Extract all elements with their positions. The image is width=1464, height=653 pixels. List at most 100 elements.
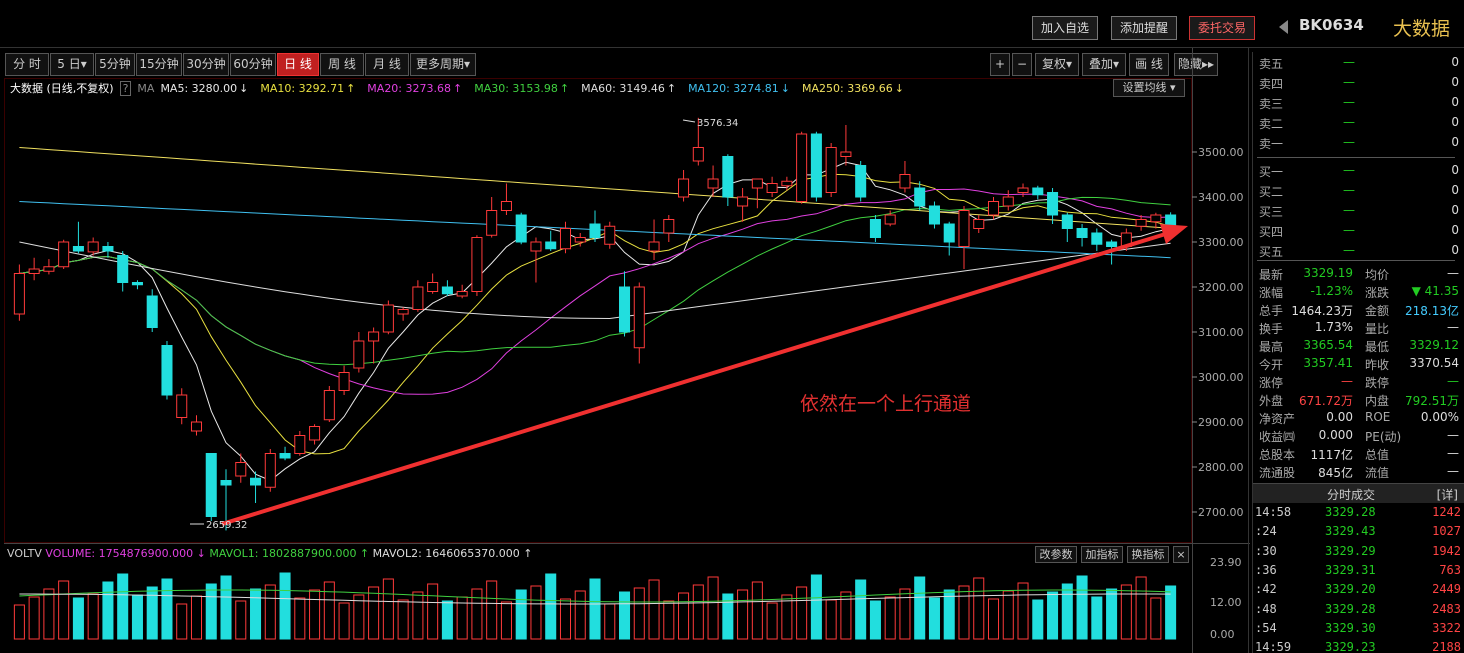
orderbook-vol: 0 — [1451, 163, 1459, 177]
candle-body — [781, 180, 793, 187]
volume-bar — [309, 589, 321, 640]
quote-v1: 671.72万 — [1299, 394, 1353, 408]
candle-body — [1106, 241, 1118, 247]
candle-body — [604, 225, 616, 245]
volume-bar — [323, 581, 335, 640]
candle-body — [250, 477, 262, 486]
volume-bar — [869, 600, 881, 640]
candle-body — [146, 295, 158, 328]
candle-body — [869, 219, 881, 238]
volume-bar — [928, 597, 940, 640]
quote-v1: 3329.19 — [1303, 266, 1353, 280]
tick-row: :36 3329.31 763 — [1255, 563, 1461, 582]
volume-bar — [250, 588, 262, 640]
volume-indicator-label: VOLTV — [7, 547, 42, 560]
candle-body — [471, 237, 483, 292]
candle-body — [648, 241, 660, 252]
quote-v2: — — [1447, 428, 1459, 442]
add-indicator-button[interactable]: 加指标 — [1081, 546, 1123, 563]
orderbook-price: — — [1343, 75, 1355, 89]
candle-body — [692, 147, 704, 162]
orderbook-price: — — [1343, 243, 1355, 257]
volume-bar — [958, 585, 970, 640]
quote-row: 换手 1.73% 量比 — — [1259, 320, 1459, 338]
volume-bar — [1120, 584, 1132, 640]
volume-bar — [279, 572, 291, 640]
orderbook-vol: 0 — [1451, 55, 1459, 69]
candle-body — [264, 453, 276, 488]
candle-body — [1135, 219, 1147, 227]
quote-l1: 涨停 — [1259, 376, 1284, 390]
candle-body — [855, 165, 867, 198]
tick-t: :48 — [1255, 601, 1277, 616]
tick-p: 3329.29 — [1325, 543, 1376, 558]
y-tick-label: 2800.00 — [1198, 461, 1244, 474]
volume-bar — [574, 590, 586, 640]
quote-v2: 792.51万 — [1405, 394, 1459, 408]
volume-bar — [117, 573, 129, 640]
quote-v2: — — [1447, 266, 1459, 280]
close-icon[interactable]: × — [1173, 546, 1189, 563]
y-tick-label: 3000.00 — [1198, 371, 1244, 384]
volume-bar — [1150, 597, 1162, 640]
mavol1-value: MAVOL1: 1802887900.000 ↑ — [209, 547, 370, 560]
volume-bar — [1106, 588, 1118, 640]
tick-row: :54 3329.30 3322 — [1255, 621, 1461, 640]
candle-body — [1061, 214, 1073, 229]
add-to-watchlist-button[interactable]: 加入自选 — [1032, 16, 1098, 40]
quote-l2: 总值 — [1365, 448, 1390, 462]
add-alert-button[interactable]: 添加提醒 — [1111, 16, 1177, 40]
security-code: BK0634 — [1299, 16, 1364, 34]
quote-row: 净资产 0.00 ROE 0.00% — [1259, 410, 1459, 428]
mavol2-value: MAVOL2: 1646065370.000 ↑ — [372, 547, 533, 560]
ticks-detail-link[interactable]: [详] — [1437, 486, 1458, 503]
volume-bar — [648, 579, 660, 640]
quote-row: 流通股 845亿 流值 — — [1259, 464, 1459, 482]
trend-arrow-line — [221, 230, 1173, 526]
switch-indicator-button[interactable]: 换指标 — [1127, 546, 1169, 563]
candle-body — [1032, 187, 1044, 196]
quote-l2: 跌停 — [1365, 376, 1390, 390]
candle-body — [338, 372, 350, 391]
candle-body — [117, 255, 129, 283]
volume-bar — [751, 581, 763, 640]
volume-tick-label: 23.90 — [1210, 556, 1242, 569]
trade-order-button[interactable]: 委托交易 — [1189, 16, 1255, 40]
tick-p: 3329.23 — [1325, 640, 1376, 653]
candle-body — [796, 133, 808, 202]
volume-bar — [1076, 575, 1088, 640]
candle-body — [958, 210, 970, 247]
orderbook-vol: 0 — [1451, 115, 1459, 129]
candle-body — [530, 241, 542, 252]
quote-row: 最高 3365.54 最低 3329.12 — [1259, 338, 1459, 356]
quote-v2: — — [1447, 374, 1459, 388]
candle-body — [486, 210, 498, 236]
edit-params-button[interactable]: 改参数 — [1035, 546, 1077, 563]
volume-bar — [692, 584, 704, 640]
tick-t: :30 — [1255, 543, 1277, 558]
volume-bar — [943, 589, 955, 640]
orderbook-vol: 0 — [1451, 203, 1459, 217]
volume-bar — [131, 594, 143, 640]
tick-t: :42 — [1255, 582, 1277, 597]
quote-panel: 卖五 — 0 卖四 — 0 卖三 — 0 卖二 — 0 卖一 — 0 买一 — 0 买二 — 0 买三 — 0 买四 — 0 买五 —… — [1252, 52, 1464, 653]
orderbook-price: — — [1343, 203, 1355, 217]
candle-body — [412, 286, 424, 310]
back-arrow-icon[interactable] — [1279, 20, 1288, 34]
candle-body — [43, 266, 55, 272]
tick-t: 14:59 — [1255, 640, 1292, 653]
candle-body — [559, 228, 571, 250]
orderbook-row: 买四 — 0 — [1259, 223, 1459, 243]
quote-row: 外盘 671.72万 内盘 792.51万 — [1259, 392, 1459, 410]
tick-row: :24 3329.43 1027 — [1255, 524, 1461, 543]
candle-body — [545, 241, 557, 250]
tick-t: :54 — [1255, 620, 1277, 635]
quote-l1: 总手 — [1259, 304, 1284, 318]
tick-row: 14:58 3329.28 1242 — [1255, 505, 1461, 524]
volume-bar — [87, 593, 99, 640]
candle-body — [13, 273, 25, 315]
tick-p: 3329.28 — [1325, 601, 1376, 616]
quote-l2: 内盘 — [1365, 394, 1390, 408]
orderbook-label: 卖五 — [1259, 57, 1284, 71]
orderbook-row: 买一 — 0 — [1259, 163, 1459, 183]
